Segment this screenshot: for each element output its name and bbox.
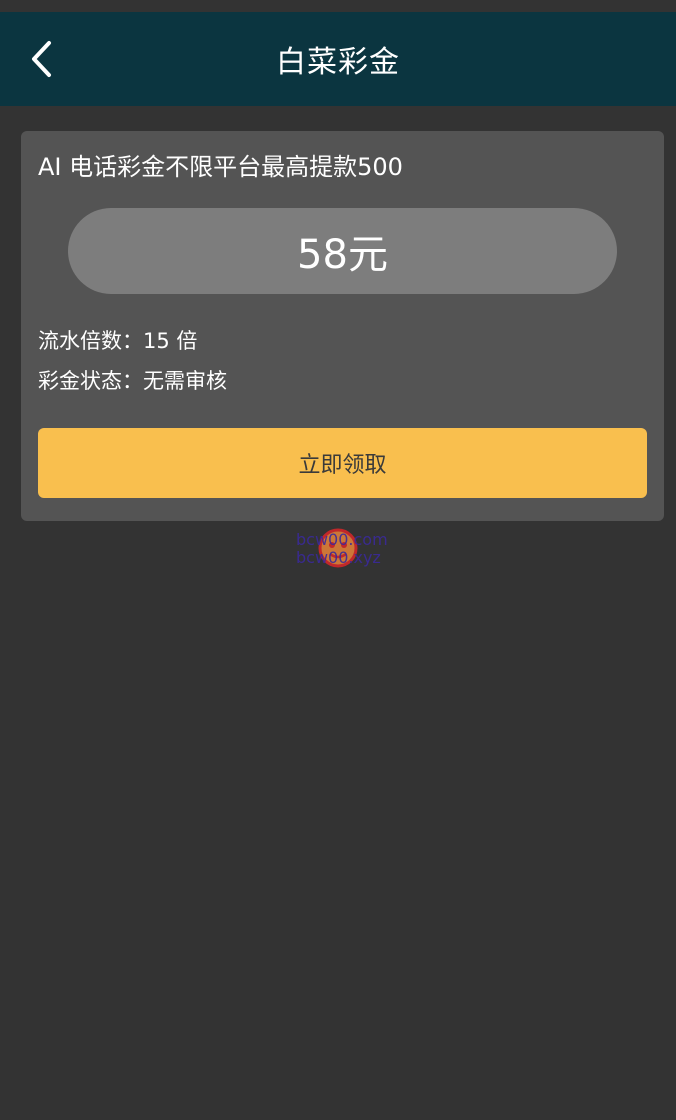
claim-now-button[interactable]: 立即领取 — [38, 428, 647, 498]
chevron-left-icon — [32, 41, 51, 77]
bonus-card: AI 电话彩金不限平台最高提款500 58元 流水倍数：15 倍 彩金状态：无需… — [21, 131, 664, 521]
claim-now-label: 立即领取 — [298, 453, 387, 478]
bonus-amount-pill: 58元 — [68, 208, 617, 294]
watermark-domain-2: bcw00.xyz — [296, 548, 381, 567]
bonus-status-row: 彩金状态：无需审核 — [38, 365, 227, 395]
watermark-domain-1: bcw00.com — [296, 530, 388, 549]
turnover-label: 流水倍数： — [38, 329, 143, 353]
status-value: 无需审核 — [143, 369, 227, 393]
status-bar — [0, 0, 676, 12]
turnover-multiplier-row: 流水倍数：15 倍 — [38, 325, 197, 355]
bonus-amount: 58元 — [297, 232, 388, 278]
watermark: bcw00.com bcw00.xyz — [296, 528, 392, 568]
navigation-bar: 白菜彩金 — [0, 12, 676, 106]
back-button[interactable] — [22, 39, 62, 79]
turnover-value: 15 倍 — [143, 329, 198, 353]
bonus-title: AI 电话彩金不限平台最高提款500 — [38, 153, 403, 181]
status-label: 彩金状态： — [38, 369, 143, 393]
page-title: 白菜彩金 — [276, 45, 400, 80]
